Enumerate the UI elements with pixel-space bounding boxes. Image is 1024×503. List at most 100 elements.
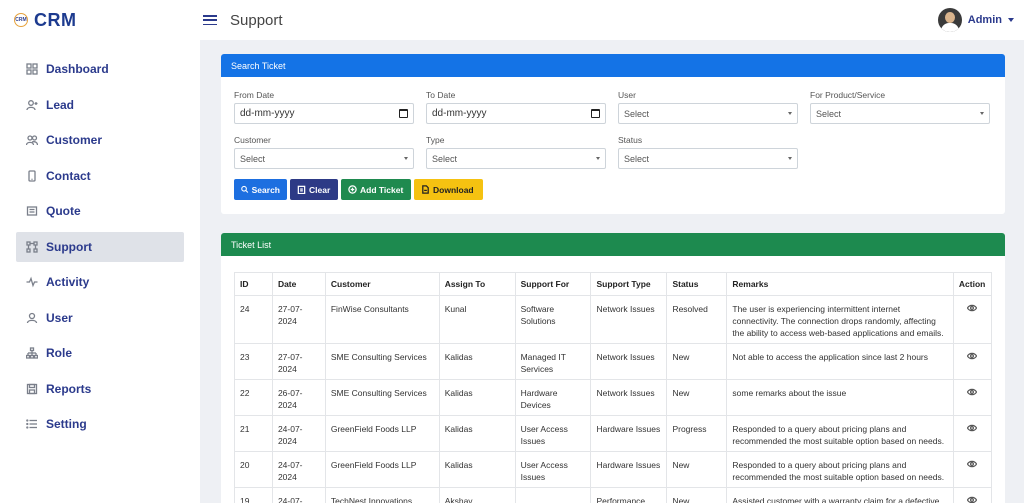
top-header: Support Admin [200,0,1024,40]
eye-icon[interactable] [967,423,978,433]
sidebar-item-quote[interactable]: Quote [16,196,184,226]
ticket-remarks: some remarks about the issue [726,379,954,416]
to-date-value: dd-mm-yyyy [432,108,487,119]
search-button[interactable]: Search [234,179,287,200]
ticket-date: 27-07-2024 [271,295,326,344]
ticket-id: 23 [234,343,273,380]
brand-name: CRM [34,9,77,30]
sidebar-item-lead[interactable]: Lead [16,90,184,120]
ticket-action [952,487,993,503]
sidebar-item-contact[interactable]: Contact [16,161,184,191]
product-field: For Product/Service Select [810,90,990,124]
ticket-support-for: Hardware Devices [514,379,592,416]
sidebar-item-label: Quote [46,204,81,218]
sidebar-item-dashboard[interactable]: Dashboard [16,54,184,84]
pulse-icon [26,276,38,288]
brand-logo: CRM [14,13,28,27]
ticket-status: Resolved [666,295,728,344]
ticket-assignee: Akshay [438,487,516,503]
table-row: 22 26-07-2024 SME Consulting Services Kalid… [234,379,993,416]
table-row: 20 24-07-2024 GreenField Foods LLP Kalidas U… [234,451,993,488]
brand[interactable]: CRM CRM [0,0,200,40]
ticket-support-type: Hardware Issues [590,415,668,452]
sidebar-item-label: Support [46,239,92,254]
ticket-support-type: Performance [590,487,668,503]
ticket-remarks: Responded to a query about pricing plans… [726,415,954,452]
sidebar-item-label: Activity [46,275,90,289]
user-name: Admin [967,14,1002,26]
sidebar-item-role[interactable]: Role [16,338,184,368]
to-date-label: To Date [426,90,456,100]
user-field: User Select [618,90,798,124]
ticket-support-type: Hardware Issues [590,451,668,488]
ticket-remarks: The user is experiencing intermittent in… [726,295,954,344]
status-select[interactable]: Select [618,148,798,169]
status-field: Status Select [618,135,798,169]
type-select[interactable]: Select [426,148,606,169]
chevron-down-icon [788,112,792,115]
ticket-date: 24-07- [271,487,326,503]
status-label: Status [618,135,643,145]
ticket-status: New [666,487,728,503]
column-header: Customer [324,272,440,296]
clipboard-icon [297,185,306,194]
sidebar-item-activity[interactable]: Activity [16,267,184,297]
ticket-assignee: Kalidas [438,451,516,488]
clear-button[interactable]: Clear [290,179,338,200]
from-date-input[interactable]: dd-mm-yyyy [234,103,414,124]
user-label: User [618,90,636,100]
chevron-down-icon [788,157,792,160]
add-ticket-button[interactable]: Add Ticket [341,179,411,200]
eye-icon[interactable] [967,495,978,503]
user-menu[interactable]: Admin [937,8,1014,32]
ticket-customer: SME Consulting Services [324,343,440,380]
ticket-action [952,415,993,452]
eye-icon[interactable] [967,459,978,469]
document-icon [26,205,38,217]
ticket-date: 24-07-2024 [271,415,326,452]
user-select-value: Select [624,108,650,119]
hamburger-menu-icon[interactable] [203,13,217,27]
download-button[interactable]: Download [414,179,483,200]
ticket-id: 20 [234,451,273,488]
ticket-remarks: Assisted customer with a warranty claim … [726,487,954,503]
sidebar-item-label: Contact [46,168,91,183]
ticket-status: New [666,379,728,416]
to-date-input[interactable]: dd-mm-yyyy [426,103,606,124]
user-select[interactable]: Select [618,103,798,124]
eye-icon[interactable] [967,303,978,313]
ticket-support-for: User Access Issues [514,451,592,488]
ticket-id: 21 [234,415,273,452]
eye-icon[interactable] [967,351,978,361]
sidebar-item-user[interactable]: User [16,303,184,333]
ticket-customer: GreenField Foods LLP [324,451,440,488]
eye-icon[interactable] [967,387,978,397]
product-select-value: Select [816,108,842,119]
sidebar-item-label: Lead [46,97,75,112]
add-ticket-button-label: Add Ticket [360,184,404,195]
table-row: 19 24-07- TechNest Innovations Akshay Perfor… [234,487,993,503]
sidebar-item-customer[interactable]: Customer [16,125,184,155]
ticket-assignee: Kalidas [438,379,516,416]
network-icon [26,240,38,253]
status-select-value: Select [624,153,650,164]
sidebar-item-setting[interactable]: Setting [16,409,184,439]
ticket-support-for: Managed IT Services [514,343,592,380]
customer-field: Customer Select [234,135,414,169]
column-header: Support For [514,272,592,296]
column-header: Assign To [438,272,516,296]
list-icon [26,418,38,430]
calendar-icon[interactable] [591,109,600,118]
calendar-icon[interactable] [399,109,408,118]
sidebar-item-support[interactable]: Support [16,231,184,262]
sidebar-item-reports[interactable]: Reports [16,374,184,404]
type-field: Type Select [426,135,606,169]
table-row: 24 27-07-2024 FinWise Consultants Kunal Soft… [234,295,993,344]
sidebar-item-label: Setting [46,417,87,431]
product-select[interactable]: Select [810,103,990,124]
customer-select[interactable]: Select [234,148,414,169]
from-date-value: dd-mm-yyyy [240,108,295,119]
ticket-assignee: Kunal [438,295,516,344]
hierarchy-icon [26,347,38,359]
sidebar-item-label: Reports [46,381,92,396]
